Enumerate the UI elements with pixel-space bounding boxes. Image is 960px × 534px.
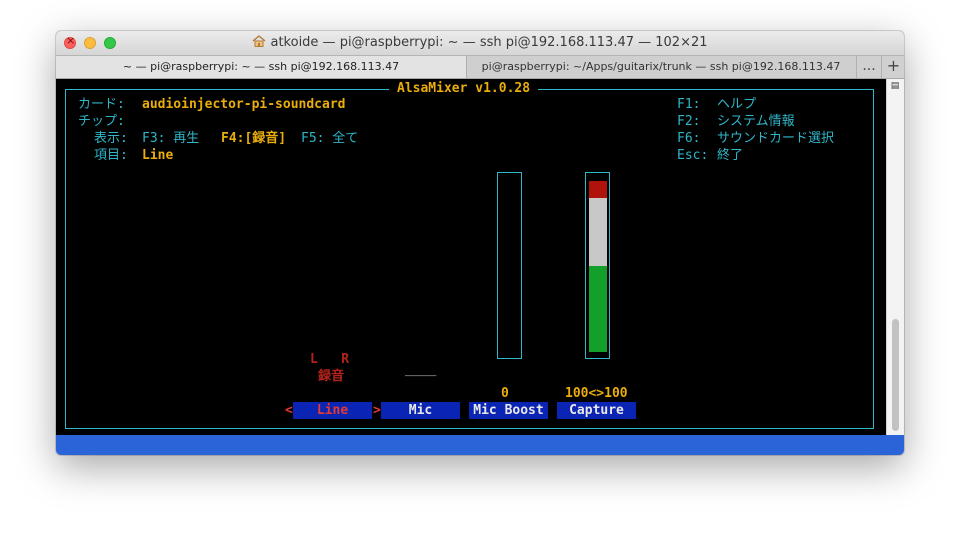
help-text-f6: サウンドカード選択 — [717, 131, 835, 146]
tab-label: ~ — pi@raspberrypi: ~ — ssh pi@192.168.1… — [122, 60, 400, 73]
help-key-f1: F1: — [677, 97, 701, 112]
terminal-scrollbar[interactable]: ▤ — [886, 79, 904, 435]
home-icon — [253, 35, 266, 47]
scrollbar-thumb[interactable] — [892, 319, 899, 431]
tab-overflow-button[interactable]: ... — [856, 56, 881, 78]
mic-dashes: ____ — [405, 362, 437, 377]
view-label: 表示: — [94, 131, 128, 146]
line-channels: L R — [310, 352, 350, 367]
control-mic-boost-label[interactable]: Mic Boost — [469, 402, 548, 419]
chip-label: チップ: — [78, 114, 125, 129]
view-playback[interactable]: F3: 再生 — [142, 130, 199, 147]
help-text-esc: 終了 — [717, 148, 744, 163]
line-capture-label[interactable]: 録音 — [318, 368, 344, 385]
help-key-f6: F6: — [677, 131, 701, 146]
help-text-f1: ヘルプ — [717, 97, 757, 112]
help-key-f2: F2: — [677, 114, 701, 129]
capture-level-green — [589, 266, 607, 352]
line-right-marker: > — [373, 403, 381, 418]
item-label: 項目: — [94, 148, 128, 163]
mic-boost-gauge[interactable] — [497, 172, 522, 359]
window-title-text: atkoide — pi@raspberrypi: ~ — ssh pi@192… — [270, 35, 708, 50]
control-mic-label[interactable]: Mic — [381, 402, 460, 419]
window-title: atkoide — pi@raspberrypi: ~ — ssh pi@192… — [56, 35, 904, 50]
new-tab-button[interactable]: + — [881, 56, 904, 78]
tab-ssh-guitarix[interactable]: pi@raspberrypi: ~/Apps/guitarix/trunk — … — [467, 56, 855, 78]
control-line-label[interactable]: Line — [293, 402, 372, 419]
view-all[interactable]: F5: 全て — [301, 130, 358, 147]
help-key-esc: Esc: — [677, 148, 709, 163]
view-capture-selected[interactable]: F4:[録音] — [221, 130, 286, 147]
line-left-marker: < — [285, 403, 293, 418]
mic-boost-value: 0 — [501, 386, 509, 401]
help-text-f2: システム情報 — [717, 114, 795, 129]
alsamixer-title: AlsaMixer v1.0.28 — [389, 81, 539, 97]
capture-level-red — [589, 181, 607, 198]
terminal-screen[interactable]: AlsaMixer v1.0.28 カード: audioinjector-pi-… — [56, 79, 886, 435]
item-value: Line — [142, 148, 174, 163]
terminal-window: atkoide — pi@raspberrypi: ~ — ssh pi@192… — [56, 31, 904, 455]
capture-gauge[interactable] — [585, 172, 610, 359]
control-capture-label[interactable]: Capture — [557, 402, 636, 419]
tab-bar: ~ — pi@raspberrypi: ~ — ssh pi@192.168.1… — [56, 56, 904, 79]
scrollbar-menu-icon[interactable]: ▤ — [890, 81, 900, 91]
card-value: audioinjector-pi-soundcard — [142, 97, 346, 112]
card-label: カード: — [78, 97, 125, 112]
capture-level-white — [589, 198, 607, 266]
capture-value: 100<>100 — [565, 386, 628, 401]
title-bar[interactable]: atkoide — pi@raspberrypi: ~ — ssh pi@192… — [56, 31, 904, 56]
tab-label: pi@raspberrypi: ~/Apps/guitarix/trunk — … — [481, 60, 841, 73]
tab-ssh-home[interactable]: ~ — pi@raspberrypi: ~ — ssh pi@192.168.1… — [56, 56, 467, 78]
